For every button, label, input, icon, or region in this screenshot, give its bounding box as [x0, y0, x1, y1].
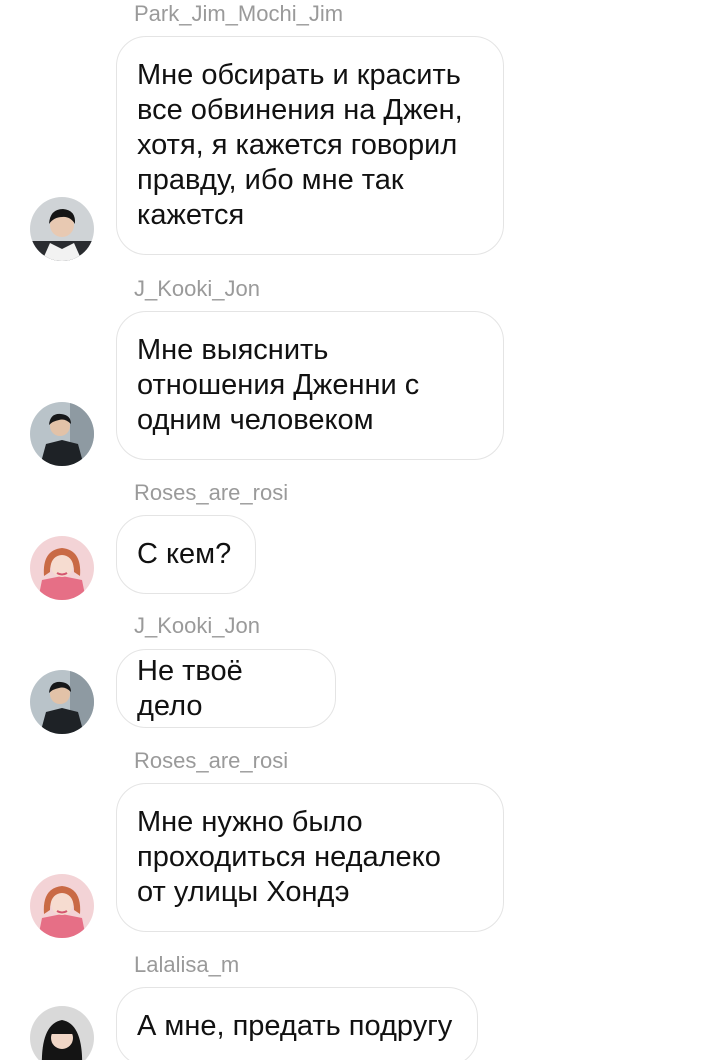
- message-bubble[interactable]: Мне выяснить отношения Дженни с одним че…: [116, 311, 504, 460]
- message-bubble[interactable]: С кем?: [116, 515, 256, 594]
- sender-name[interactable]: J_Kooki_Jon: [134, 614, 260, 638]
- sender-name[interactable]: Lalalisa_m: [134, 953, 239, 977]
- message-bubble[interactable]: Мне обсирать и красить все обвинения на …: [116, 36, 504, 255]
- profile-photo-rose[interactable]: [30, 536, 94, 600]
- sender-name[interactable]: Roses_are_rosi: [134, 749, 288, 773]
- message-bubble[interactable]: А мне, предать подругу: [116, 987, 478, 1060]
- message-bubble[interactable]: Не твоё дело: [116, 649, 336, 728]
- sender-name[interactable]: J_Kooki_Jon: [134, 277, 260, 301]
- chat-thread[interactable]: Park_Jim_Mochi_Jim Мне обсирать и красит…: [0, 0, 720, 1060]
- profile-photo-lisa[interactable]: [30, 1006, 94, 1060]
- profile-photo-jungkook[interactable]: [30, 402, 94, 466]
- profile-photo-jimin[interactable]: [30, 197, 94, 261]
- profile-photo-rose[interactable]: [30, 874, 94, 938]
- message-bubble[interactable]: Мне нужно было проходиться недалеко от у…: [116, 783, 504, 932]
- profile-photo-jungkook[interactable]: [30, 670, 94, 734]
- sender-name[interactable]: Roses_are_rosi: [134, 481, 288, 505]
- sender-name[interactable]: Park_Jim_Mochi_Jim: [134, 2, 343, 26]
